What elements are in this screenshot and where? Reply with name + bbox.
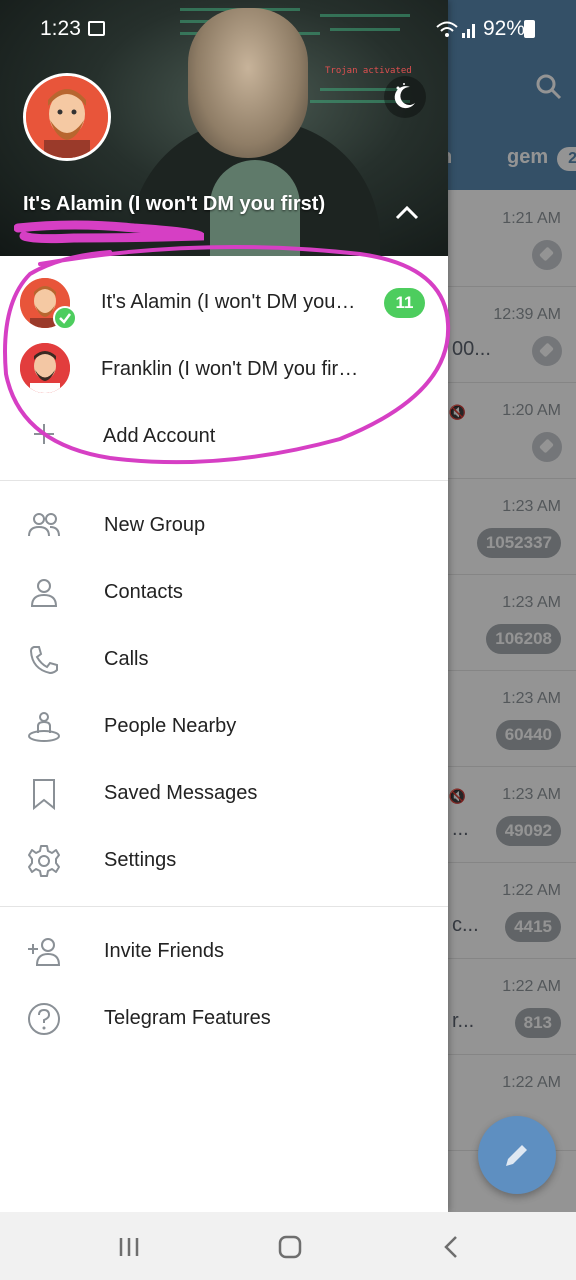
gallery-notification-icon (88, 21, 105, 36)
menu-contacts[interactable]: Contacts (0, 561, 448, 625)
menu-label: Calls (104, 648, 149, 670)
menu-label: Settings (104, 849, 177, 871)
battery-icon (524, 20, 535, 38)
menu-label: Invite Friends (104, 940, 225, 962)
moon-icon (394, 83, 415, 109)
menu-label: Contacts (104, 581, 183, 603)
divider (0, 480, 448, 481)
group-icon (28, 513, 60, 537)
people-nearby-icon (28, 712, 60, 742)
menu-label: New Group (104, 514, 206, 536)
night-mode-button[interactable] (384, 76, 426, 118)
menu-new-group[interactable]: New Group (0, 494, 448, 558)
menu-calls[interactable]: Calls (0, 628, 448, 692)
menu-telegram-features[interactable]: Telegram Features (0, 987, 448, 1051)
question-icon (28, 1003, 60, 1035)
compose-button[interactable] (478, 1116, 556, 1194)
highlight-circle-annotation (3, 244, 451, 465)
pencil-icon (506, 1145, 527, 1166)
status-bar: 1:23 92% (0, 0, 576, 58)
avatar[interactable] (23, 73, 111, 161)
wifi-signal-icon (436, 21, 475, 38)
system-navigation-bar (0, 1212, 576, 1280)
battery-percent: 92% (483, 17, 526, 40)
menu-label: People Nearby (104, 715, 237, 737)
header-overlay-text: Trojan activated (325, 66, 412, 76)
menu-label: Telegram Features (104, 1007, 271, 1029)
status-time: 1:23 (40, 17, 81, 40)
bookmark-icon (33, 779, 55, 811)
phone-icon (29, 646, 58, 675)
person-icon (30, 579, 58, 607)
profile-name: It's Alamin (I won't DM you first) (23, 193, 326, 215)
gear-icon (28, 845, 60, 877)
chevron-up-icon[interactable] (392, 200, 422, 226)
home-icon[interactable] (270, 1230, 310, 1264)
menu-saved-messages[interactable]: Saved Messages (0, 762, 448, 826)
divider (0, 906, 448, 907)
redaction-scribble (14, 220, 204, 244)
menu-invite-friends[interactable]: Invite Friends (0, 920, 448, 984)
recent-apps-icon[interactable] (109, 1230, 149, 1264)
navigation-drawer: Trojan activated It's Alamin (I won't DM… (0, 0, 451, 1212)
add-person-icon (28, 938, 61, 966)
back-icon[interactable] (432, 1230, 472, 1264)
menu-people-nearby[interactable]: People Nearby (0, 695, 448, 759)
menu-settings[interactable]: Settings (0, 829, 448, 893)
menu-label: Saved Messages (104, 782, 258, 804)
avatar-illustration (26, 76, 108, 158)
